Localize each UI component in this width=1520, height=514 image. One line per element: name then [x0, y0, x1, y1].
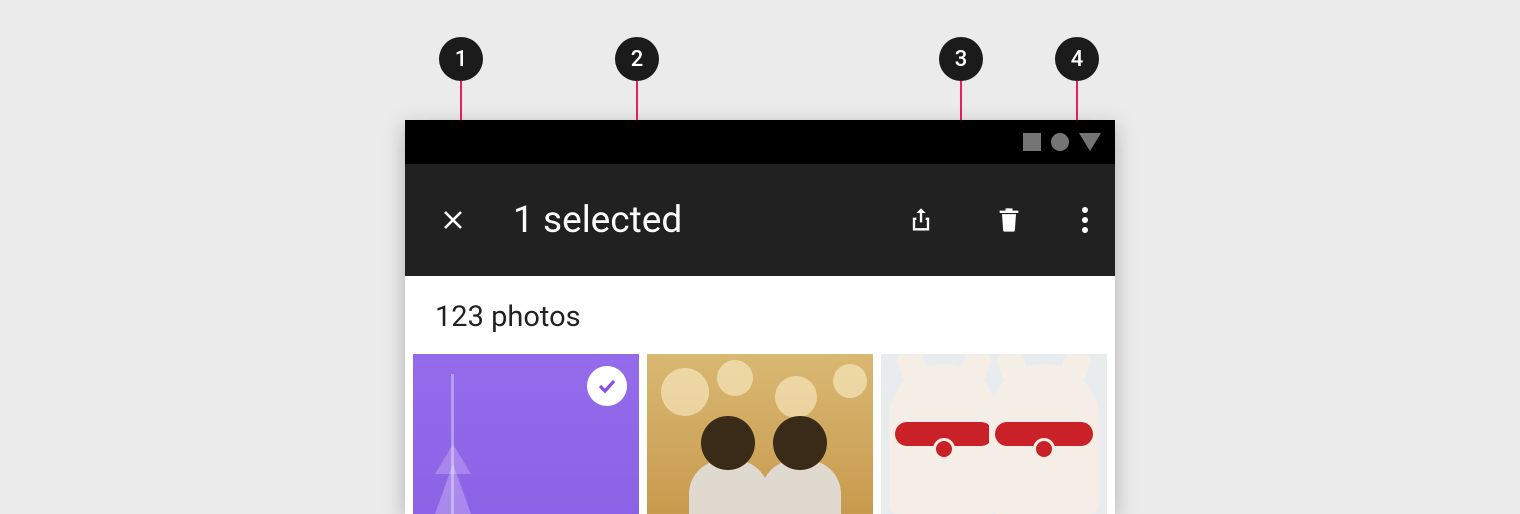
status-square-icon — [1023, 133, 1041, 151]
overflow-icon — [1082, 207, 1088, 213]
callout-label: 2 — [631, 47, 644, 72]
callout-badge-1: 1 — [439, 37, 483, 81]
photo-grid — [405, 354, 1115, 514]
close-button[interactable] — [441, 208, 465, 232]
device-frame: 1 selected 123 photos — [405, 120, 1115, 514]
callout-label: 4 — [1071, 47, 1084, 72]
callout-label: 3 — [955, 47, 968, 72]
share-icon — [907, 206, 935, 234]
share-button[interactable] — [907, 206, 935, 234]
callout-label: 1 — [455, 47, 468, 72]
photo-thumbnail[interactable] — [647, 354, 873, 514]
status-triangle-icon — [1079, 133, 1101, 151]
selected-badge — [587, 366, 627, 406]
overflow-icon — [1082, 227, 1088, 233]
delete-button[interactable] — [995, 206, 1023, 234]
callout-badge-4: 4 — [1055, 37, 1099, 81]
photo-thumbnail[interactable] — [881, 354, 1107, 514]
contextual-app-bar: 1 selected — [405, 164, 1115, 276]
trash-icon — [995, 206, 1023, 234]
callout-badge-3: 3 — [939, 37, 983, 81]
check-icon — [595, 374, 619, 398]
status-circle-icon — [1051, 133, 1069, 151]
close-icon — [441, 208, 465, 232]
status-bar — [405, 120, 1115, 164]
callout-badge-2: 2 — [615, 37, 659, 81]
overflow-menu-button[interactable] — [1073, 206, 1097, 234]
section-title: 123 photos — [405, 276, 1115, 354]
selection-title: 1 selected — [513, 199, 879, 242]
action-group — [907, 206, 1097, 234]
overflow-icon — [1082, 217, 1088, 223]
photo-thumbnail[interactable] — [413, 354, 639, 514]
